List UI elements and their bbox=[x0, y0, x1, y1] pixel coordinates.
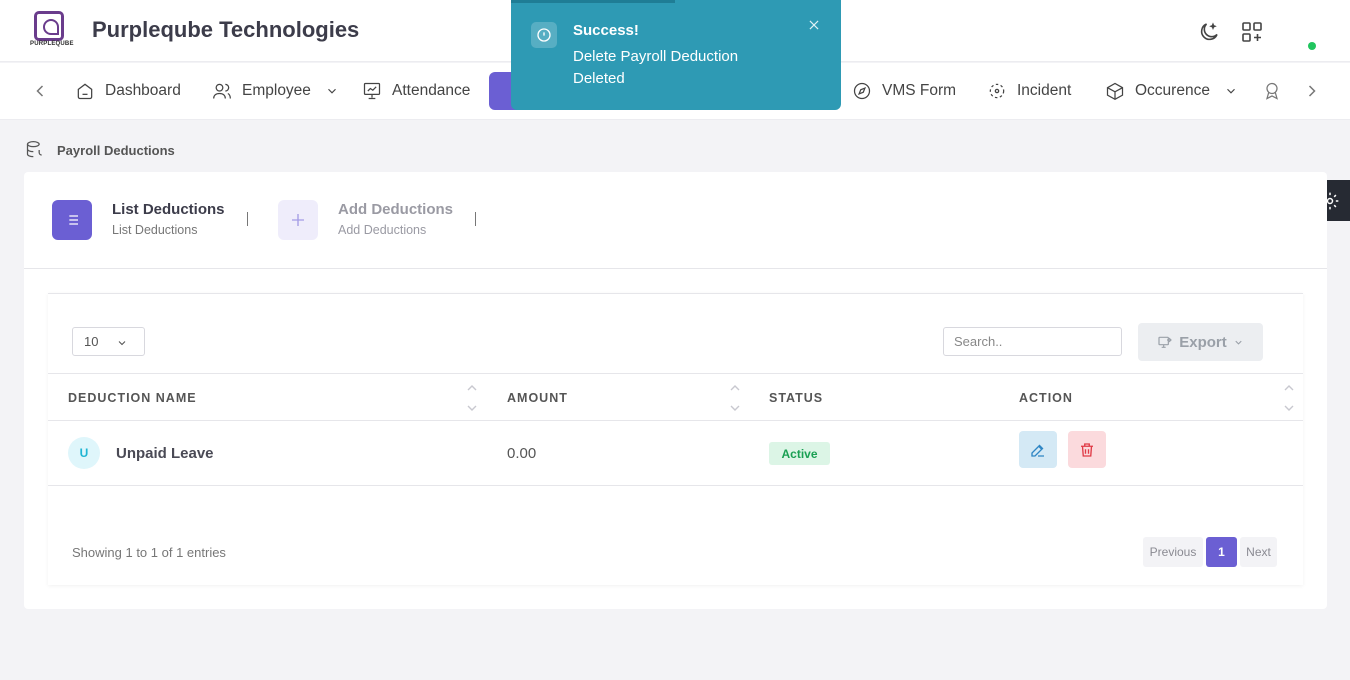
chevron-down-icon bbox=[328, 88, 336, 94]
export-button[interactable]: Export bbox=[1138, 323, 1263, 361]
page-length-value: 10 bbox=[84, 334, 99, 349]
nav-prev-icon[interactable] bbox=[30, 81, 50, 101]
close-icon[interactable] bbox=[807, 18, 821, 32]
tab-title[interactable]: Add Deductions bbox=[338, 201, 453, 218]
next-page-button[interactable]: Next bbox=[1240, 537, 1277, 567]
nav-item-label: Dashboard bbox=[105, 82, 181, 99]
nav-item-label: Incident bbox=[1017, 82, 1072, 99]
status-badge: Active bbox=[769, 442, 830, 465]
table-panel: 10 Export DEDUCTION NAME AMOUNT STATUS A… bbox=[48, 293, 1303, 585]
table-header: DEDUCTION NAME AMOUNT STATUS ACTION bbox=[48, 373, 1303, 421]
trash-icon bbox=[1081, 442, 1093, 457]
logo-text: PURPLEQUBE bbox=[30, 41, 74, 47]
focus-icon bbox=[989, 83, 1005, 99]
nav-item-employee[interactable]: Employee bbox=[212, 73, 339, 109]
deduction-amount: 0.00 bbox=[507, 445, 537, 462]
export-icon bbox=[1158, 336, 1173, 348]
page-length-select[interactable]: 10 bbox=[72, 327, 145, 356]
breadcrumb: Payroll Deductions bbox=[25, 140, 175, 160]
column-header-amount[interactable]: AMOUNT bbox=[507, 391, 568, 405]
nav-item-label: VMS Form bbox=[882, 82, 957, 99]
sort-icon[interactable] bbox=[466, 384, 478, 412]
home-icon bbox=[77, 83, 93, 100]
avatar: U bbox=[68, 437, 100, 469]
column-header-action[interactable]: ACTION bbox=[1019, 391, 1073, 405]
award-icon[interactable] bbox=[1262, 81, 1282, 101]
pagination: Previous 1 Next bbox=[1143, 537, 1277, 567]
apps-add-icon[interactable] bbox=[1240, 20, 1264, 44]
export-label: Export bbox=[1179, 333, 1227, 351]
table-row: U Unpaid Leave 0.00 Active bbox=[48, 421, 1303, 486]
chevron-down-icon bbox=[1235, 340, 1242, 345]
online-status-dot bbox=[1308, 42, 1316, 50]
tab-separator bbox=[475, 212, 476, 226]
edit-button[interactable] bbox=[1019, 431, 1057, 468]
compass-icon bbox=[853, 82, 871, 100]
search-input[interactable] bbox=[943, 327, 1122, 356]
nav-item-vms-form[interactable]: VMS Form bbox=[852, 73, 956, 109]
tab-title[interactable]: List Deductions bbox=[112, 201, 225, 218]
page-button-1[interactable]: 1 bbox=[1206, 537, 1237, 567]
nav-item-incident[interactable]: Incident bbox=[987, 73, 1071, 109]
nav-item-occurence[interactable]: Occurence bbox=[1105, 73, 1238, 109]
company-name: Purpleqube Technologies bbox=[92, 17, 360, 42]
database-icon bbox=[26, 141, 42, 158]
box-icon bbox=[1106, 82, 1124, 101]
logo-mark bbox=[34, 11, 64, 41]
entries-info: Showing 1 to 1 of 1 entries bbox=[72, 545, 226, 560]
tab-strip: List Deductions List Deductions Add Dedu… bbox=[24, 172, 1327, 269]
tab-list-deductions[interactable] bbox=[52, 200, 92, 240]
toast-message: Delete Payroll Deduction Deleted bbox=[573, 48, 739, 87]
edit-icon bbox=[1031, 444, 1044, 457]
nav-next-icon[interactable] bbox=[1302, 81, 1322, 101]
company-logo[interactable]: PURPLEQUBE bbox=[30, 11, 74, 51]
deductions-card: List Deductions List Deductions Add Dedu… bbox=[24, 172, 1327, 609]
deduction-name: Unpaid Leave bbox=[116, 445, 214, 462]
tab-subtitle: Add Deductions bbox=[338, 223, 427, 237]
list-icon bbox=[66, 215, 78, 225]
plus-icon bbox=[292, 214, 304, 226]
tab-separator bbox=[247, 212, 248, 226]
toast-title: Success! bbox=[573, 22, 639, 39]
toast-progress-bar bbox=[511, 0, 675, 3]
nav-item-label: Occurence bbox=[1135, 82, 1210, 99]
success-toast: Success! Delete Payroll Deduction Delete… bbox=[511, 0, 841, 110]
nav-item-attendance[interactable]: Attendance bbox=[362, 73, 470, 109]
tab-subtitle: List Deductions bbox=[112, 223, 198, 237]
previous-page-button[interactable]: Previous bbox=[1143, 537, 1203, 567]
nav-item-label: Employee bbox=[242, 82, 311, 99]
users-icon bbox=[213, 83, 231, 99]
nav-item-label: Attendance bbox=[392, 82, 471, 99]
sort-icon[interactable] bbox=[1283, 384, 1295, 412]
nav-item-dashboard[interactable]: Dashboard bbox=[75, 73, 181, 109]
info-icon bbox=[531, 22, 557, 48]
tab-add-deductions[interactable] bbox=[278, 200, 318, 240]
page-title: Payroll Deductions bbox=[57, 142, 175, 158]
delete-button[interactable] bbox=[1068, 431, 1106, 468]
chevron-down-icon bbox=[1227, 88, 1235, 94]
column-header-status[interactable]: STATUS bbox=[769, 391, 823, 405]
column-header-deduction-name[interactable]: DEDUCTION NAME bbox=[68, 391, 197, 405]
moon-icon[interactable] bbox=[1197, 20, 1221, 44]
chevron-down-icon bbox=[118, 341, 126, 346]
presentation-chart-icon bbox=[363, 82, 381, 100]
sort-icon[interactable] bbox=[729, 384, 741, 412]
